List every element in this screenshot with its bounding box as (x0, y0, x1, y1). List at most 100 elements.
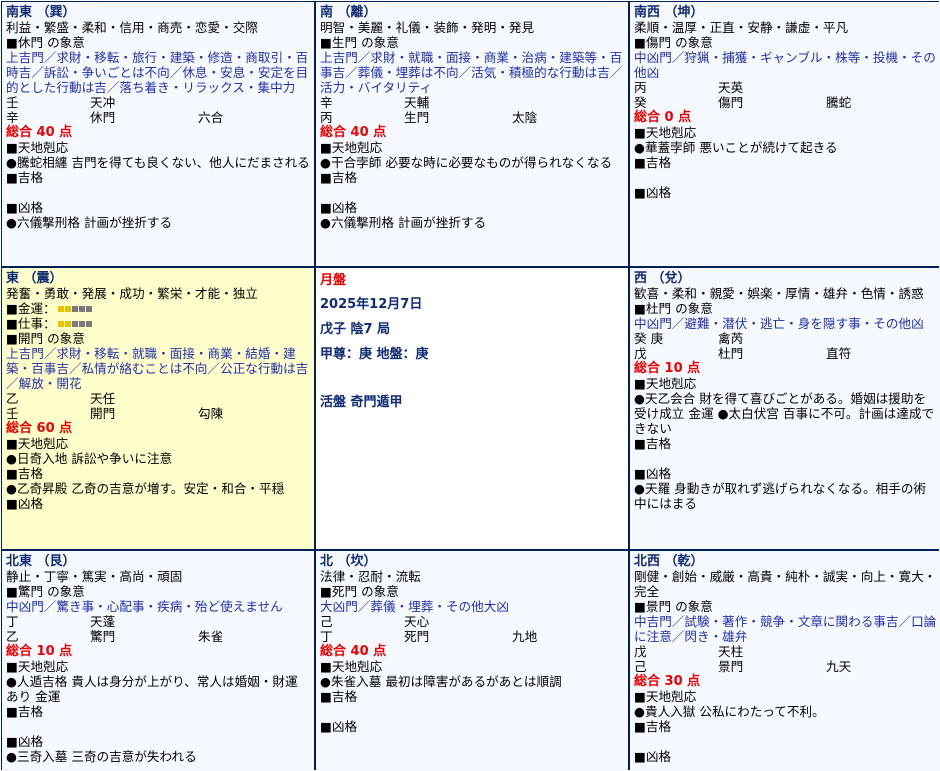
palace-traits: 柔順・温厚・正直・安静・謙虚・平凡 (634, 20, 849, 35)
chart-date: 2025年12月7日 (320, 297, 423, 312)
gate-meaning: 上吉門／求財・移転・旅行・建築・修造・商取引・百時吉／訴訟・争いごとは不向／休息… (6, 50, 309, 95)
kakusou-label: ■天地剋応 (634, 689, 697, 704)
kyou-label: ■凶格 (634, 466, 672, 481)
stem: 丁 (320, 629, 333, 644)
kichi-label: ■吉格 (320, 170, 358, 185)
kichi-text (6, 185, 310, 200)
palace-northeast: 北東 （艮） 静止・丁寧・篤実・高尚・頑固 ■驚門 の象意 中凶門／驚き事・心配… (2, 551, 314, 771)
gate: 休門 (90, 110, 116, 125)
stem-row: 癸 傷門 騰蛇 (634, 95, 938, 110)
total-score: 総合 0 点 (634, 110, 692, 125)
rating-dot (71, 320, 78, 327)
stem-row: 乙 天任 (6, 391, 310, 406)
palace-traits: 静止・丁寧・篤実・高尚・頑固 (6, 569, 183, 584)
stem: 丁 (6, 614, 19, 629)
kakusou-label: ■天地剋応 (634, 125, 697, 140)
kakusou-text: ●干合孛師 必要な時に必要なものが得られなくなる (320, 155, 613, 170)
palace-traits: 利益・繁盛・柔和・信用・商売・恋愛・交際 (6, 20, 258, 35)
total-score: 総合 10 点 (6, 644, 73, 659)
stem-row: 丙 天英 (634, 80, 938, 95)
stem-row: 辛 天輔 (320, 95, 624, 110)
kakusou-label: ■天地剋応 (6, 140, 69, 155)
palace-southwest: 南西 （坤） 柔順・温厚・正直・安静・謙虚・平凡 ■傷門 の象意 中凶門／狩猟・… (630, 2, 940, 266)
work-luck-label: ■仕事： (6, 316, 56, 331)
stem-row: 戊 天柱 (634, 644, 938, 659)
kyou-label: ■凶格 (320, 200, 358, 215)
gate-label: ■生門 の象意 (320, 35, 399, 50)
star: 天柱 (718, 644, 744, 659)
star: 天冲 (90, 95, 116, 110)
rating-dot (64, 305, 71, 312)
chart-base: 甲尊：庚 地盤：庚 (320, 347, 429, 362)
stem-row: 丁 死門 九地 (320, 629, 624, 644)
stem-row: 丁 天蓬 (6, 614, 310, 629)
palace-traits: 明智・美麗・礼儀・装飾・発明・発見 (320, 20, 535, 35)
gate-meaning: 上吉門／求財・就職・面接・商業・治病・建築等・百事吉／葬儀・埋葬は不向／活気・積… (320, 50, 623, 95)
kakusou-text: ●華蓋孛師 悪いことが続けて起きる (634, 140, 838, 155)
rating-dot (78, 305, 85, 312)
kyou-text: ●六儀撃刑格 計画が挫折する (320, 215, 487, 230)
kakusou-text: ●朱雀入墓 最初は障害があるがあとは順調 (320, 674, 562, 689)
kakusou-text: ●騰蛇相纏 吉門を得ても良くない、他人にだまされる (6, 155, 310, 170)
kakusou-label: ■天地剋応 (320, 140, 383, 155)
money-luck-rating (57, 305, 92, 312)
deity: 六合 (198, 110, 224, 125)
kichi-label: ■吉格 (634, 155, 672, 170)
stem: 乙 (6, 629, 19, 644)
kakusou-label: ■天地剋応 (320, 659, 383, 674)
palace-title: 北東 （艮） (6, 554, 76, 569)
palace-traits: 剛健・創始・威厳・高貴・純朴・誠実・向上・寛大・完全 (634, 569, 937, 599)
money-luck: ■金運： (6, 301, 310, 316)
kakusou-text: ●人遁吉格 貴人は身分が上がり、常人は婚姻・財運あり 金運 (6, 674, 298, 704)
gate-label: ■休門 の象意 (6, 35, 85, 50)
rating-dot (57, 305, 64, 312)
gate-meaning: 中吉門／試験・著作・競争・文章に関わる事吉／口論に注意／閃き・雄弁 (634, 614, 937, 644)
rating-dot (85, 305, 92, 312)
kakusou-label: ■天地剋応 (6, 436, 69, 451)
star: 天任 (90, 391, 116, 406)
gate-meaning: 中凶門／避難・潜伏・逃亡・身を隠す事・その他凶 (634, 316, 924, 331)
gate: 死門 (404, 629, 430, 644)
gate-label: ■死門 の象意 (320, 584, 399, 599)
palace-north: 北 （坎） 法律・忍耐・流転 ■死門 の象意 大凶門／葬儀・埋葬・その他大凶 己… (316, 551, 628, 771)
deity: 九天 (826, 659, 852, 674)
stem-row: 己 天心 (320, 614, 624, 629)
total-score: 総合 40 点 (6, 125, 73, 140)
center-info: 月盤 2025年12月7日 戊子 陰7 局 甲尊：庚 地盤：庚 活盤 奇門遁甲 (320, 273, 624, 410)
kyou-text: ●六儀撃刑格 計画が挫折する (6, 215, 173, 230)
total-score: 総合 30 点 (634, 674, 701, 689)
gate-label: ■開門 の象意 (6, 331, 85, 346)
gate: 景門 (718, 659, 744, 674)
gate: 傷門 (718, 95, 744, 110)
gate-label: ■驚門 の象意 (6, 584, 85, 599)
gate-meaning: 中凶門／狩猟・捕獲・ギャンブル・株等・投機・その他凶 (634, 50, 936, 80)
palace-title: 南西 （坤） (634, 5, 704, 20)
kichi-text (634, 734, 938, 749)
chart-pillar: 戊子 陰7 局 (320, 322, 391, 337)
rating-dot (64, 320, 71, 327)
kakusou-text: ●貴人入獄 公私にわたって不利。 (634, 704, 825, 719)
deity: 太陰 (512, 110, 538, 125)
palace-title: 西 （兌） (634, 271, 691, 286)
chart-system: 活盤 奇門遁甲 (320, 395, 403, 410)
kichi-text (634, 451, 938, 466)
stem: 辛 (6, 110, 19, 125)
kakusou-text: ●日奇入地 訴訟や争いに注意 (6, 451, 173, 466)
kichi-text (6, 719, 310, 734)
total-score: 総合 40 点 (320, 125, 387, 140)
total-score: 総合 10 点 (634, 361, 701, 376)
kakusou-label: ■天地剋応 (6, 659, 69, 674)
palace-traits: 発奮・勇敢・発展・成功・繁栄・才能・独立 (6, 286, 258, 301)
stem-row: 壬 天冲 (6, 95, 310, 110)
rating-dot (57, 320, 64, 327)
palace-south: 南 （離） 明智・美麗・礼儀・装飾・発明・発見 ■生門 の象意 上吉門／求財・就… (316, 2, 628, 266)
stem: 癸 庚 (634, 331, 664, 346)
stem-row: 乙 驚門 朱雀 (6, 629, 310, 644)
palace-title: 北西 （乾） (634, 554, 704, 569)
stem: 戊 (634, 346, 647, 361)
palace-west: 西 （兌） 歓喜・柔和・親愛・娯楽・厚情・雄弁・色情・誘惑 ■杜門 の象意 中凶… (630, 268, 940, 549)
kyou-label: ■凶格 (634, 749, 672, 764)
palace-east: 東 （震） 発奮・勇敢・発展・成功・繁栄・才能・独立 ■金運： ■仕事： ■開門… (2, 268, 314, 549)
star: 天心 (404, 614, 430, 629)
kyou-label: ■凶格 (6, 200, 44, 215)
